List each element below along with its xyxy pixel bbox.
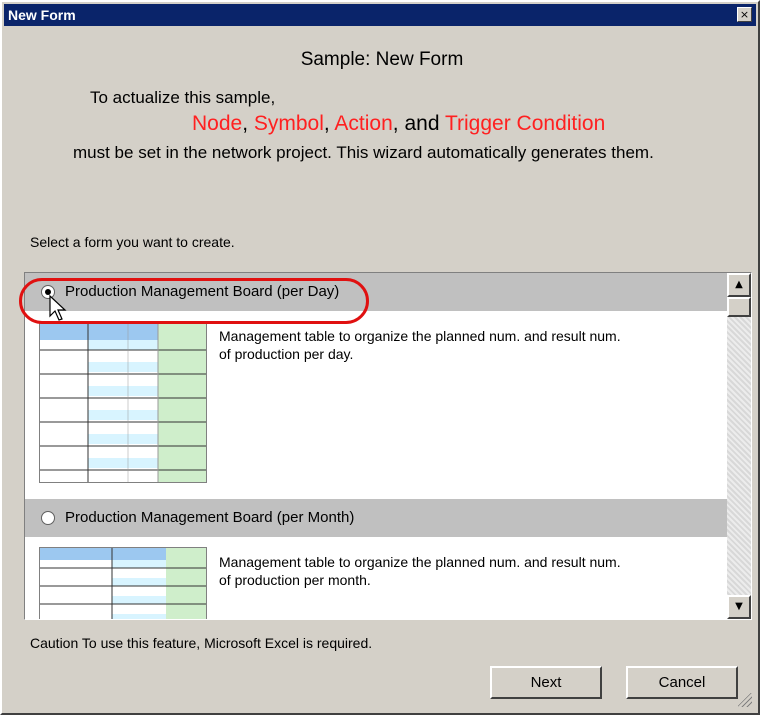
per-day-description: Management table to organize the planned… (219, 327, 621, 363)
arrow-up-icon: ▲ (735, 279, 743, 290)
scroll-up-button[interactable]: ▲ (727, 273, 751, 297)
select-form-label: Select a form you want to create. (30, 234, 235, 250)
description-line: Management table to organize the planned… (219, 328, 621, 344)
description-line: of production per month. (219, 572, 371, 588)
radio-per-month[interactable] (41, 511, 55, 525)
description-line: Management table to organize the planned… (219, 554, 621, 570)
next-button[interactable]: Next (490, 666, 602, 699)
vertical-scrollbar[interactable]: ▲ ▼ (727, 273, 751, 619)
title-bar: New Form × (4, 4, 756, 26)
per-day-preview-image (40, 322, 206, 482)
resize-grip-icon[interactable] (738, 693, 752, 707)
description-line: of production per day. (219, 346, 354, 362)
scroll-thumb[interactable] (727, 297, 751, 317)
required-items-text: Node, Symbol, Action, and Trigger Condit… (192, 112, 605, 136)
caution-text: Caution To use this feature, Microsoft E… (30, 635, 373, 651)
item-trigger-condition: Trigger Condition (444, 112, 606, 135)
cancel-button[interactable]: Cancel (626, 666, 738, 699)
intro-text: To actualize this sample, (90, 88, 276, 107)
dialog-heading: Sample: New Form (300, 49, 464, 70)
form-list[interactable]: Production Management Board (per Day) Ma… (24, 272, 752, 620)
selection-highlight (19, 278, 369, 324)
window-title: New Form (8, 7, 76, 23)
must-set-text: must be set in the network project. This… (73, 143, 654, 162)
item-node: Node (192, 112, 243, 135)
form-option-per-month[interactable]: Production Management Board (per Month) (25, 499, 727, 537)
per-month-preview-image (40, 548, 206, 619)
separator-comma: , (242, 112, 254, 135)
new-form-dialog: New Form × Sample: New Form To actualize… (0, 0, 760, 715)
per-month-thumbnail (39, 547, 207, 619)
item-action: Action (334, 112, 393, 135)
mouse-cursor-icon (49, 294, 67, 321)
form-option-label: Production Management Board (per Month) (65, 509, 355, 526)
close-icon: × (739, 8, 750, 21)
close-button[interactable]: × (737, 7, 752, 22)
item-symbol: Symbol (253, 112, 324, 135)
arrow-down-icon: ▼ (735, 601, 743, 612)
per-month-description: Management table to organize the planned… (219, 553, 621, 589)
scroll-down-button[interactable]: ▼ (727, 595, 751, 619)
separator-comma: , (323, 112, 335, 135)
separator-and: , and (392, 112, 445, 135)
per-day-thumbnail (39, 321, 207, 483)
